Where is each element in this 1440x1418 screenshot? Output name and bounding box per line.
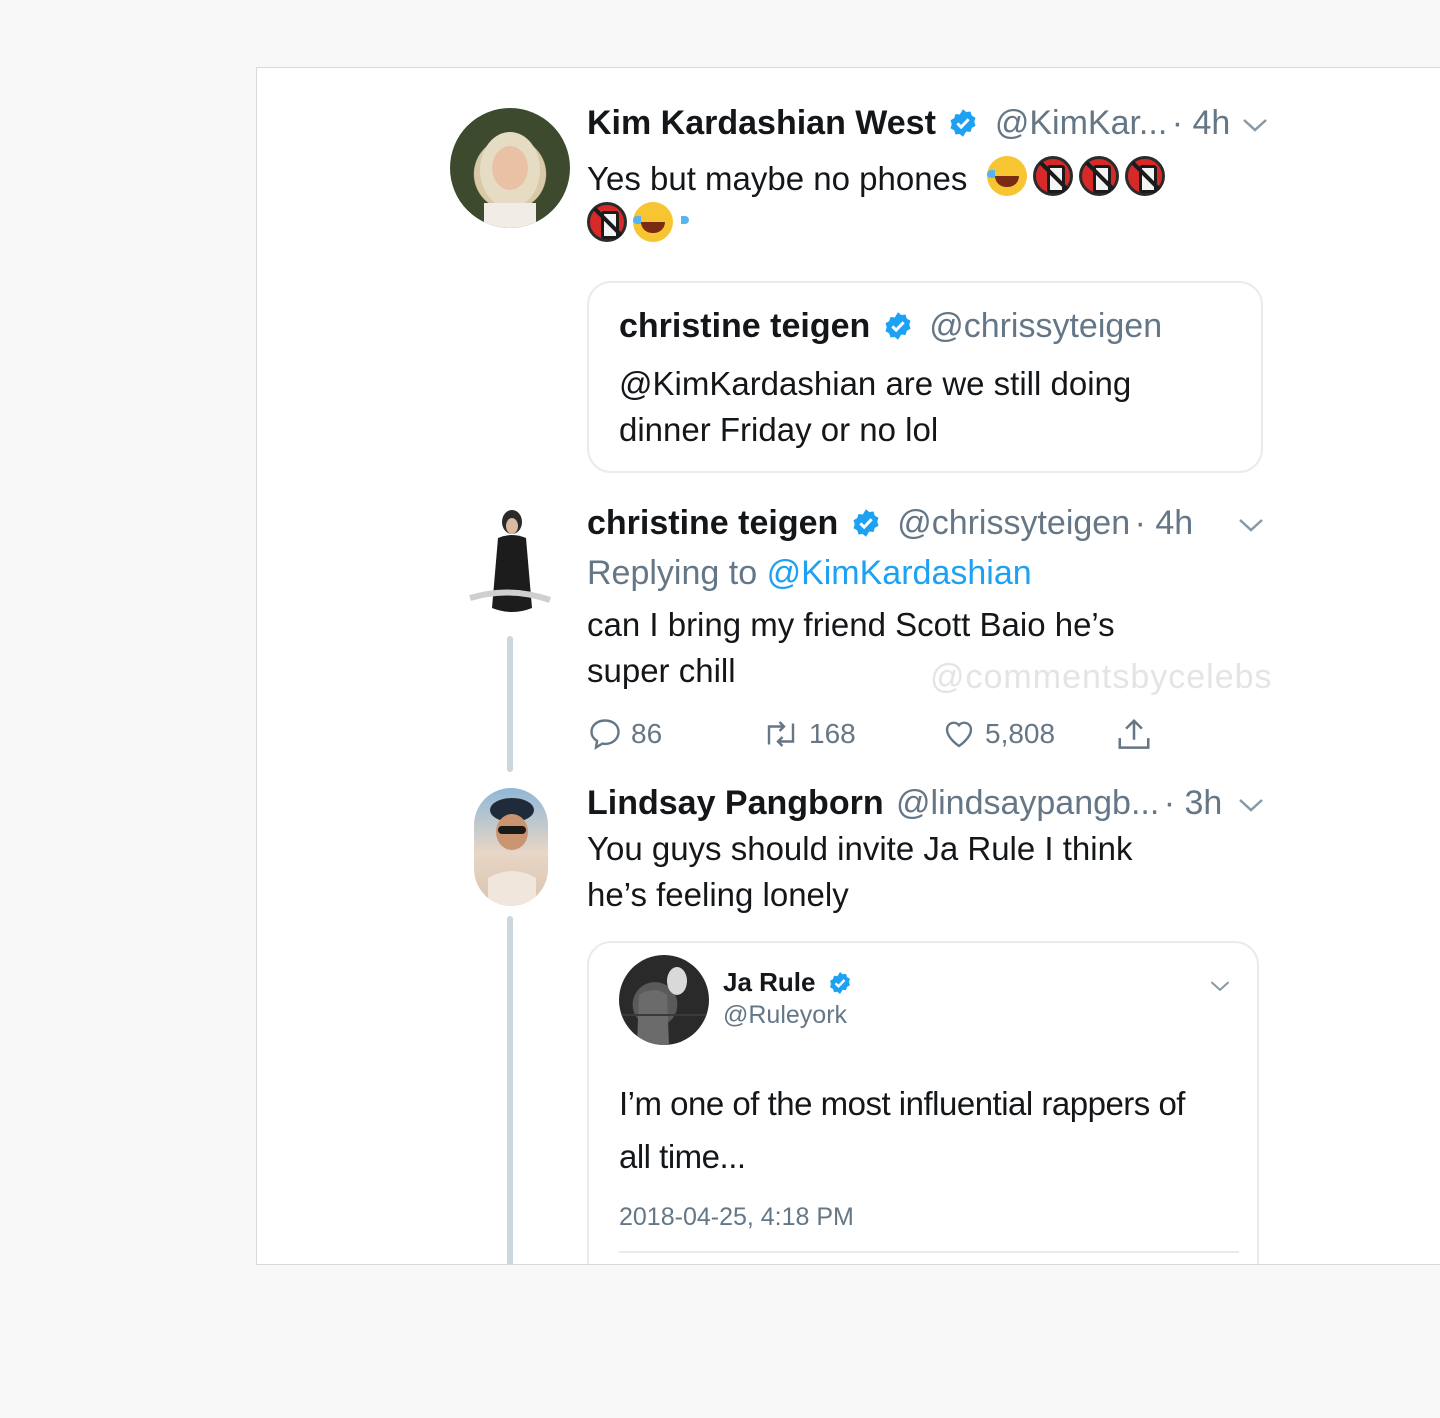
embedded-tweet-card[interactable]: Ja Rule @Ruleyork I’m one of the most in… — [587, 941, 1259, 1264]
no-phones-emoji-icon — [1032, 156, 1073, 196]
tears-of-joy-emoji-icon — [633, 202, 689, 242]
quoted-tweet-card[interactable]: christine teigen @chrissyteigen @KimKard… — [587, 281, 1263, 473]
avatar-ja-rule-image — [619, 967, 709, 1045]
tweet2-header: christine teigen @chrissyteigen · 4h — [587, 504, 1193, 543]
thread-line — [507, 636, 513, 772]
tweet3-time[interactable]: · 3h — [1164, 784, 1223, 822]
embedded-author-name[interactable]: Ja Rule — [723, 967, 816, 997]
quoted-tweet-text: @KimKardashian are we still doing dinner… — [619, 361, 1239, 453]
retweet-button[interactable]: 168 — [761, 716, 856, 752]
watermark: @commentsbycelebs — [930, 658, 1273, 696]
quoted-author-name: christine teigen — [619, 307, 871, 345]
tweet3-header: Lindsay Pangborn @lindsaypangb... · 3h — [587, 784, 1222, 823]
tweet3-handle[interactable]: @lindsaypangb... — [896, 784, 1159, 822]
like-count: 5,808 — [985, 718, 1056, 749]
embedded-tweet-header: Ja Rule — [723, 967, 852, 998]
quoted-author-handle: @chrissyteigen — [929, 307, 1163, 345]
replying-to-prefix: Replying to — [587, 554, 758, 592]
chevron-down-icon[interactable] — [1241, 116, 1269, 134]
avatar-lindsay[interactable] — [474, 788, 548, 906]
embedded-text-line: all time... — [619, 1138, 746, 1175]
no-phones-emoji-icon — [587, 202, 627, 242]
tweet1-header: Kim Kardashian West @KimKar... · 4h — [587, 104, 1230, 143]
no-phones-emoji-icon — [1124, 156, 1165, 196]
tweet3-text-line: he’s feeling lonely — [587, 876, 849, 913]
tweet1-handle[interactable]: @KimKar... — [995, 104, 1167, 142]
verified-icon — [885, 312, 911, 340]
reply-count: 86 — [631, 718, 663, 749]
chevron-down-icon[interactable] — [1237, 796, 1265, 814]
retweet-icon — [767, 721, 795, 747]
tweet2-time[interactable]: · 4h — [1135, 504, 1194, 542]
tweet1-author-name[interactable]: Kim Kardashian West — [587, 104, 936, 142]
tweet2-author-name[interactable]: christine teigen — [587, 504, 838, 542]
embedded-timestamp: 2018-04-25, 4:18 PM — [619, 1203, 854, 1231]
thread-line — [507, 916, 513, 1264]
replying-to-link[interactable]: @KimKardashian — [767, 554, 1032, 592]
tweet2-text-line: can I bring my friend Scott Baio he’s — [587, 606, 1115, 643]
quoted-tweet-header: christine teigen @chrissyteigen — [619, 307, 1162, 346]
tweet1-text: Yes but maybe no phones — [587, 156, 1227, 248]
no-phones-emoji-icon — [1078, 156, 1119, 196]
replying-to: Replying to @KimKardashian — [587, 554, 1032, 593]
avatar-kim-image — [480, 132, 540, 228]
tweet3-text: You guys should invite Ja Rule I think h… — [587, 826, 1227, 918]
avatar-lindsay-image — [488, 798, 536, 906]
tweet2-handle[interactable]: @chrissyteigen — [897, 504, 1130, 542]
verified-icon — [950, 109, 976, 137]
embedded-author-handle[interactable]: @Ruleyork — [723, 1001, 847, 1030]
avatar-kim[interactable] — [450, 108, 570, 228]
heart-icon — [945, 721, 973, 748]
reply-button[interactable]: 86 — [587, 716, 662, 752]
divider — [619, 1251, 1239, 1253]
tweet1-text-content: Yes but maybe no phones — [587, 160, 968, 197]
chevron-down-icon[interactable] — [1237, 516, 1265, 534]
avatar-ja-rule[interactable] — [619, 955, 709, 1045]
tweet3-text-line: You guys should invite Ja Rule I think — [587, 830, 1133, 867]
embedded-text-line: I’m one of the most influential rappers … — [619, 1085, 1185, 1122]
quoted-text-line: @KimKardashian are we still doing — [619, 365, 1132, 402]
embedded-tweet-text: I’m one of the most influential rappers … — [619, 1077, 1239, 1183]
chevron-down-icon[interactable] — [1209, 979, 1231, 993]
rofl-emoji-icon — [986, 156, 1043, 196]
tweet1-time[interactable]: · 4h — [1172, 104, 1231, 142]
quoted-text-line: dinner Friday or no lol — [619, 411, 939, 448]
tweet-thread-frame: Kim Kardashian West @KimKar... · 4h Yes … — [256, 67, 1440, 1265]
like-button[interactable]: 5,808 — [941, 716, 1055, 752]
retweet-count: 168 — [809, 718, 856, 749]
verified-icon — [829, 972, 850, 994]
share-button[interactable] — [1115, 716, 1153, 754]
avatar-christine-image — [469, 510, 551, 612]
tweet3-author-name[interactable]: Lindsay Pangborn — [587, 784, 884, 822]
verified-icon — [853, 509, 879, 537]
avatar-christine[interactable] — [450, 508, 568, 626]
reply-icon — [590, 719, 620, 750]
share-icon — [1118, 718, 1150, 749]
